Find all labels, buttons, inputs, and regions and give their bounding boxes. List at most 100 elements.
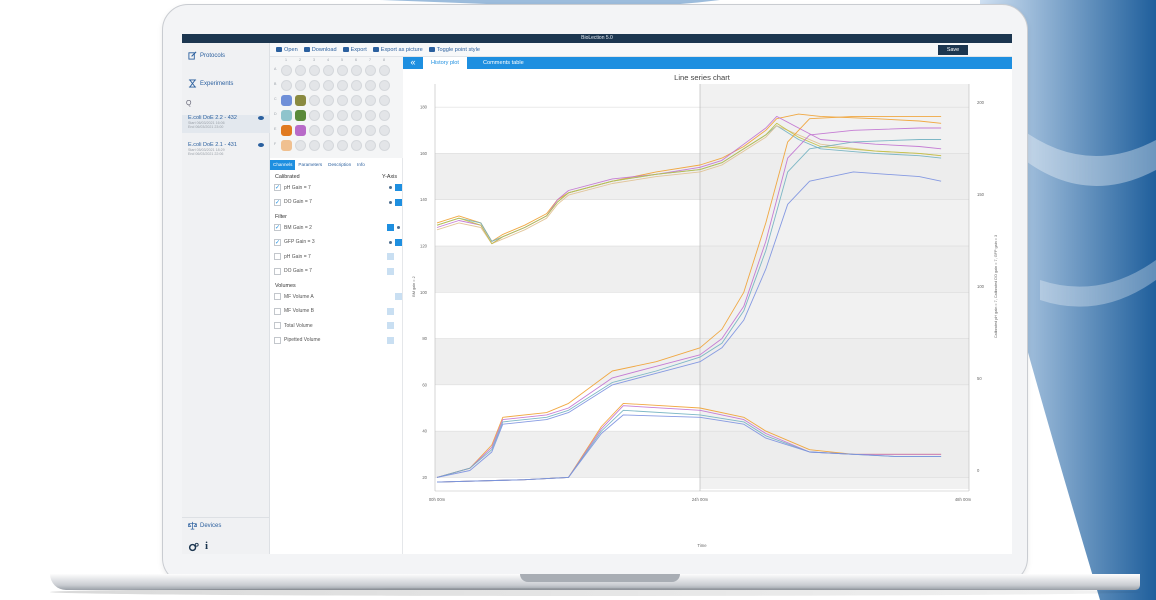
plate-well[interactable] — [365, 80, 376, 91]
plate-well[interactable] — [337, 110, 348, 121]
plate-well[interactable] — [365, 140, 376, 151]
info-icon[interactable]: i — [205, 540, 208, 552]
plate-well[interactable] — [351, 125, 362, 136]
channel-checkbox[interactable]: ✓ — [274, 224, 281, 231]
plate-well[interactable] — [281, 95, 292, 106]
plate-well[interactable] — [309, 95, 320, 106]
chart-area: « History plot Comments table Line serie… — [403, 57, 1012, 554]
plate-well[interactable] — [323, 140, 334, 151]
plate-well[interactable] — [295, 65, 306, 76]
plate-well[interactable] — [295, 110, 306, 121]
plate-well[interactable] — [281, 125, 292, 136]
plate-well[interactable] — [379, 65, 390, 76]
plate-well[interactable] — [323, 110, 334, 121]
right-axis-toggle[interactable] — [395, 224, 402, 231]
open-button[interactable]: Open — [276, 47, 298, 53]
left-axis-toggle[interactable] — [387, 224, 394, 231]
left-axis-toggle[interactable] — [387, 239, 394, 246]
plate-well[interactable] — [379, 80, 390, 91]
plate-well[interactable] — [309, 80, 320, 91]
plate-well[interactable] — [295, 140, 306, 151]
plate-well[interactable] — [365, 110, 376, 121]
channel-panel: 1 2 3 4 5 6 7 8 A B C D E F Channels Parameters Descrip… — [270, 57, 403, 554]
right-axis-toggle[interactable] — [395, 238, 402, 246]
plate-well[interactable] — [309, 125, 320, 136]
left-axis-toggle[interactable] — [387, 322, 394, 329]
plate-well[interactable] — [379, 95, 390, 106]
plate-well[interactable] — [295, 125, 306, 136]
chart-tabstrip: « History plot Comments table — [403, 57, 1012, 69]
plate-well[interactable] — [337, 140, 348, 151]
plate-well[interactable] — [379, 110, 390, 121]
nav-experiments[interactable]: Experiments — [188, 79, 233, 88]
channel-checkbox[interactable] — [274, 267, 281, 275]
export-picture-button[interactable]: Export as picture — [372, 47, 423, 53]
plate-well[interactable] — [365, 125, 376, 136]
plate-well[interactable] — [351, 140, 362, 151]
plate-well[interactable] — [337, 80, 348, 91]
plate-well[interactable] — [309, 140, 320, 151]
plate-well[interactable] — [295, 80, 306, 91]
right-axis-toggle[interactable] — [395, 198, 402, 206]
left-axis-toggle[interactable] — [387, 253, 394, 260]
plate-well[interactable] — [323, 95, 334, 106]
download-button[interactable]: Download — [303, 47, 337, 53]
channel-checkbox[interactable]: ✓ — [274, 184, 281, 191]
tab-history-plot[interactable]: History plot — [423, 57, 467, 69]
plate-well[interactable] — [281, 65, 292, 76]
tab-info[interactable]: Info — [354, 160, 368, 170]
laptop-notch — [520, 574, 680, 582]
left-axis-toggle[interactable] — [387, 267, 394, 275]
left-axis-toggle[interactable] — [387, 184, 394, 191]
nav-protocols[interactable]: Protocols — [188, 51, 225, 60]
visibility-eye-icon[interactable] — [258, 143, 264, 147]
channel-checkbox[interactable] — [274, 253, 281, 260]
nav-devices[interactable]: Devices — [188, 521, 221, 530]
visibility-eye-icon[interactable] — [258, 116, 264, 120]
plate-well[interactable] — [309, 65, 320, 76]
collapse-panel-icon[interactable]: « — [403, 57, 423, 69]
plate-well[interactable] — [351, 65, 362, 76]
tab-channels[interactable]: Channels — [270, 160, 296, 170]
plate-column-label: 5 — [341, 58, 343, 62]
toggle-point-style-button[interactable]: Toggle point style — [428, 47, 480, 53]
channel-checkbox[interactable]: ✓ — [274, 238, 281, 246]
export-button[interactable]: Export — [342, 47, 367, 53]
plate-well[interactable] — [281, 80, 292, 91]
experiment-search[interactable]: Q — [186, 100, 266, 110]
plate-well[interactable] — [379, 125, 390, 136]
experiment-item[interactable]: E.coli DoE 2.2 - 432 Start 06/03/2021 16… — [182, 115, 270, 133]
left-axis-toggle[interactable] — [387, 336, 394, 344]
plate-well[interactable] — [323, 80, 334, 91]
right-axis-toggle[interactable] — [395, 293, 402, 300]
channel-checkbox[interactable]: ✓ — [274, 198, 281, 206]
plate-well[interactable] — [323, 65, 334, 76]
right-axis-toggle[interactable] — [395, 184, 402, 191]
experiment-item[interactable]: E.coli DoE 2.1 - 431 Start 05/03/2021 18… — [182, 142, 270, 160]
channel-checkbox[interactable] — [274, 322, 281, 329]
channel-checkbox[interactable] — [274, 336, 281, 344]
plate-well[interactable] — [379, 140, 390, 151]
plate-well[interactable] — [351, 80, 362, 91]
plate-well[interactable] — [365, 65, 376, 76]
tab-parameters[interactable]: Parameters — [295, 160, 325, 170]
save-button[interactable]: Save — [938, 45, 968, 55]
plate-well[interactable] — [337, 125, 348, 136]
plate-well[interactable] — [337, 65, 348, 76]
plate-well[interactable] — [309, 110, 320, 121]
channel-checkbox[interactable] — [274, 293, 281, 300]
tab-comments-table[interactable]: Comments table — [475, 57, 532, 69]
plate-well[interactable] — [351, 95, 362, 106]
left-axis-toggle[interactable] — [387, 199, 394, 206]
settings-gears-icon[interactable] — [188, 542, 199, 553]
left-axis-toggle[interactable] — [387, 307, 394, 315]
channel-checkbox[interactable] — [274, 307, 281, 315]
tab-description[interactable]: Description — [325, 160, 354, 170]
plate-well[interactable] — [295, 95, 306, 106]
plate-well[interactable] — [323, 125, 334, 136]
plate-well[interactable] — [337, 95, 348, 106]
plate-well[interactable] — [281, 140, 292, 151]
plate-well[interactable] — [365, 95, 376, 106]
plate-well[interactable] — [351, 110, 362, 121]
plate-well[interactable] — [281, 110, 292, 121]
